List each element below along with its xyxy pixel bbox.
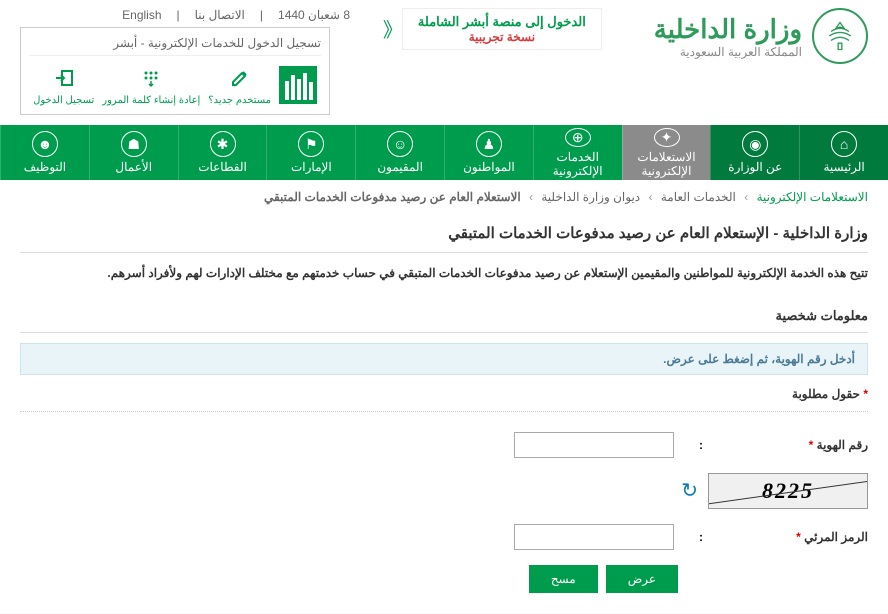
keypad-icon [137,64,165,92]
nav-about[interactable]: ◉عن الوزارة [710,125,799,180]
globe-icon: ⊕ [565,128,591,147]
breadcrumb: الاستعلامات الإلكترونية › الخدمات العامة… [0,180,888,214]
breadcrumb-l1[interactable]: الاستعلامات الإلكترونية [757,190,868,204]
banner-title: الدخول إلى منصة أبشر الشاملة [418,14,586,30]
nav-citizens[interactable]: ♟المواطنون [444,125,533,180]
page-title: وزارة الداخلية - الإستعلام العام عن رصيد… [20,214,868,253]
contact-link[interactable]: الاتصال بنا [195,8,245,22]
absher-logo-icon [279,66,317,104]
refresh-captcha-icon[interactable]: ↻ [681,478,698,503]
nav-residents[interactable]: ☺المقيمون [355,125,444,180]
banner-subtitle: نسخة تجريبية [418,30,586,44]
language-link[interactable]: English [122,8,161,22]
group-icon: ☺ [387,131,413,157]
network-icon: ✱ [210,131,236,157]
building-icon: ⚑ [298,131,324,157]
clear-button[interactable]: مسح [529,565,598,593]
nav-home[interactable]: ⌂الرئيسية [799,125,888,180]
search-icon: ✦ [654,128,680,147]
breadcrumb-l3[interactable]: ديوان وزارة الداخلية [541,190,640,204]
person-icon: ♟ [476,131,502,157]
nav-emirates[interactable]: ⚑الإمارات [266,125,355,180]
home-icon: ⌂ [831,131,857,157]
edit-icon [226,64,254,92]
section-title: معلومات شخصية [20,300,868,333]
hijri-date: 8 شعبان 1440 [278,8,350,22]
breadcrumb-l2[interactable]: الخدمات العامة [661,190,736,204]
ministry-title: وزارة الداخلية [654,14,802,45]
id-label: رقم الهوية * [718,438,868,452]
absher-box-title: تسجيل الدخول للخدمات الإلكترونية - أبشر [29,36,321,56]
view-button[interactable]: عرض [606,565,678,593]
briefcase-icon: ☗ [121,131,147,157]
login-icon [50,64,78,92]
captcha-image: 8225 [708,473,868,509]
users-icon: ☻ [32,131,58,157]
required-note: * حقول مطلوبة [20,387,868,412]
login-link[interactable]: تسجيل الدخول [33,64,94,106]
new-user-link[interactable]: مستخدم جديد؟ [208,64,271,106]
shield-icon: ◉ [742,131,768,157]
captcha-label: الرمز المرئي * [718,530,868,544]
id-input[interactable] [514,432,674,458]
chevron-left-icon: 《 [383,14,403,43]
nav-sectors[interactable]: ✱القطاعات [178,125,267,180]
reset-password-link[interactable]: إعادة إنشاء كلمة المرور [102,64,200,106]
ministry-subtitle: المملكة العربية السعودية [654,45,802,59]
info-message: أدخل رقم الهوية، ثم إضغط على عرض. [20,343,868,375]
nav-jobs[interactable]: ☻التوظيف [0,125,89,180]
absher-banner[interactable]: 《 الدخول إلى منصة أبشر الشاملة نسخة تجري… [402,8,602,50]
service-description: تتيح هذه الخدمة الإلكترونية للمواطنين وا… [20,263,868,285]
nav-inquiry[interactable]: ✦الاستعلامات الإلكترونية [622,125,711,180]
nav-eservices[interactable]: ⊕الخدمات الإلكترونية [533,125,622,180]
captcha-input[interactable] [514,524,674,550]
emblem-logo [812,8,868,64]
breadcrumb-current: الاستعلام العام عن رصيد مدفوعات الخدمات … [264,190,521,204]
nav-business[interactable]: ☗الأعمال [89,125,178,180]
